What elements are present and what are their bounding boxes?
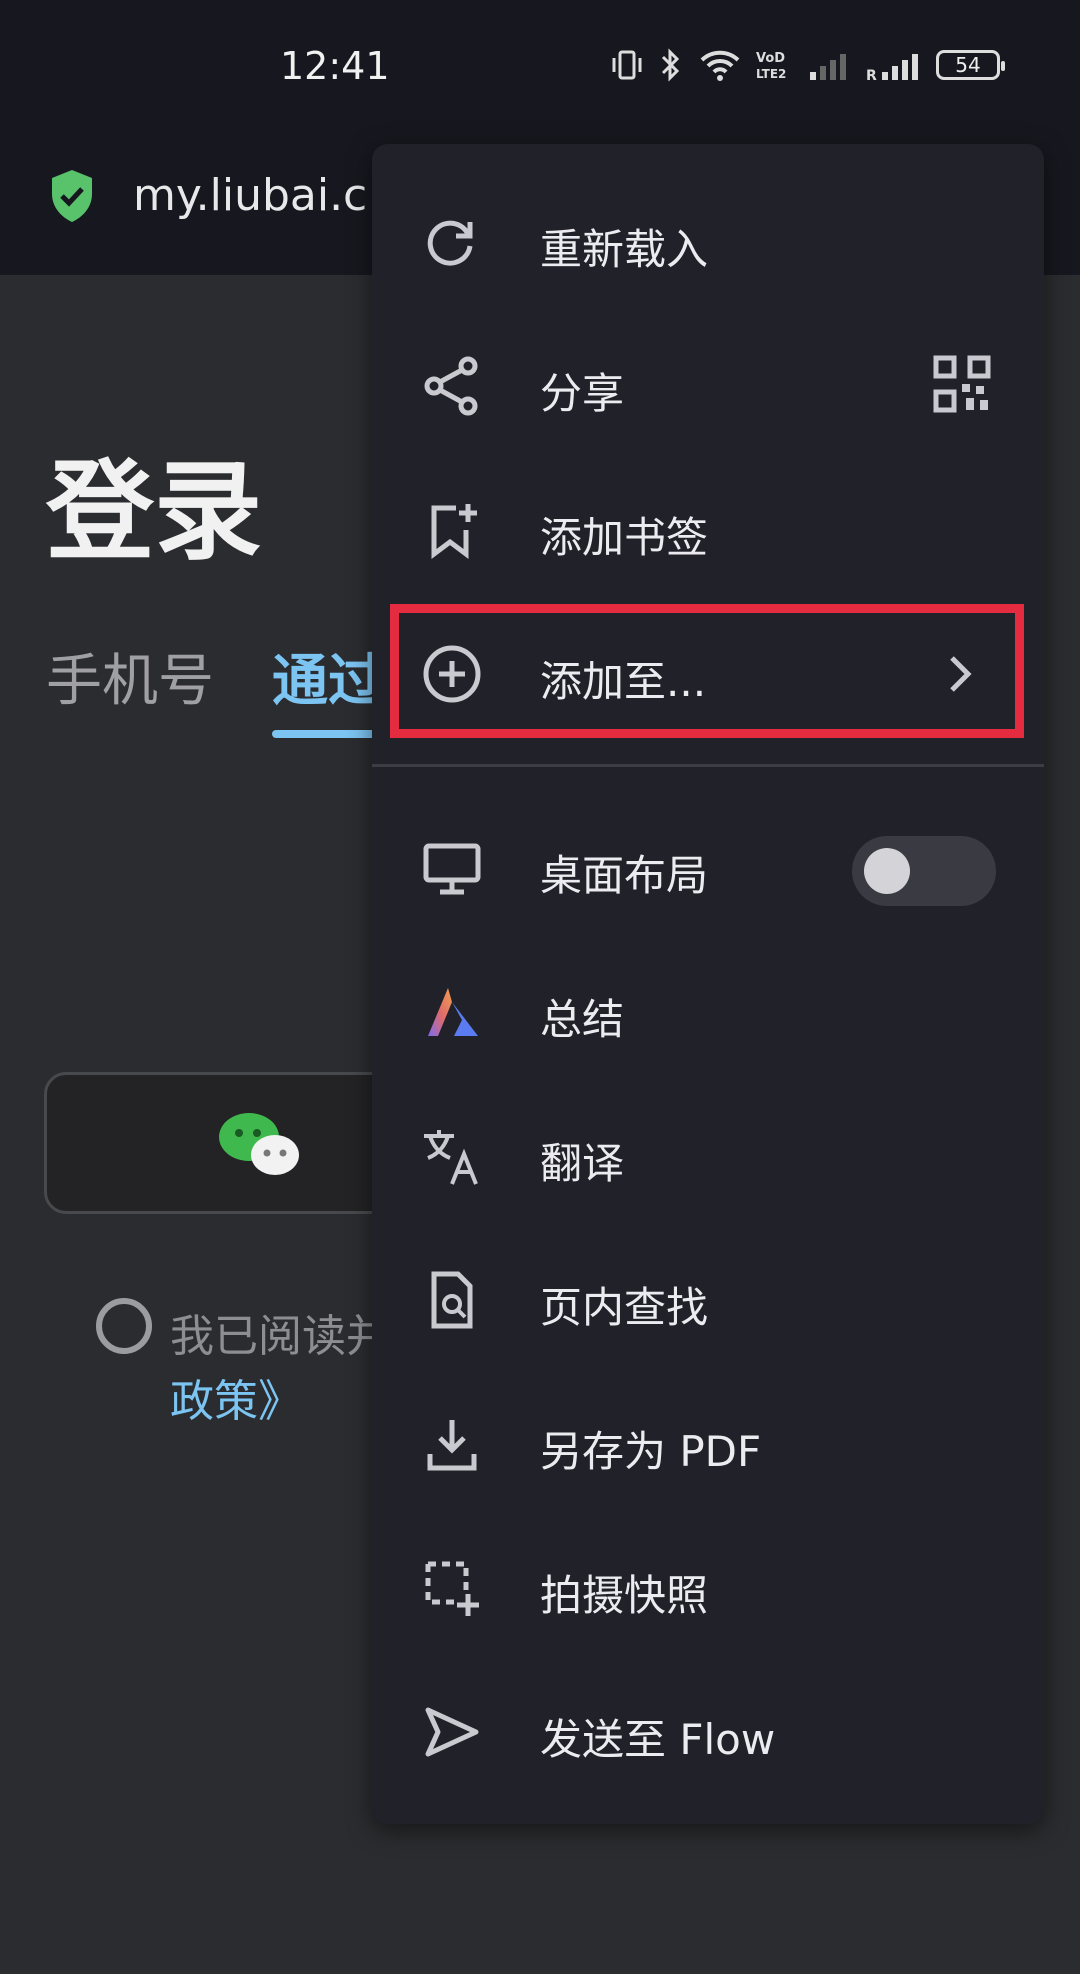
url-text[interactable]: my.liubai.c <box>133 170 367 221</box>
menu-item-share[interactable]: 分享 <box>372 314 1044 457</box>
page-title: 登录 <box>46 450 263 575</box>
shield-check-icon <box>52 170 92 222</box>
tab-phone[interactable]: 手机号 <box>46 636 214 717</box>
vibrate-icon <box>612 50 642 80</box>
translate-icon <box>424 1130 478 1185</box>
menu-item-find-in-page[interactable]: 页内查找 <box>372 1228 1044 1371</box>
volte-icon: VoDLTE2 <box>756 51 786 81</box>
menu-item-summary[interactable]: 总结 <box>372 940 1044 1083</box>
status-icons: VoD LTE2 R 54 <box>610 48 1005 82</box>
wifi-icon <box>700 50 740 81</box>
desktop-icon <box>423 843 481 895</box>
agree-text: 我已阅读并 <box>170 1311 390 1362</box>
status-bar: 12:41 VoD LTE2 R 54 <box>0 0 1080 140</box>
menu-item-label: 重新载入 <box>540 225 709 274</box>
qr-code-icon[interactable] <box>932 354 992 414</box>
menu-item-desktop-layout[interactable]: 桌面布局 <box>372 796 1044 939</box>
menu-item-label: 页内查找 <box>540 1283 709 1332</box>
send-icon <box>425 1707 479 1757</box>
menu-item-label: 拍摄快照 <box>540 1571 709 1620</box>
menu-item-label: 发送至 Flow <box>540 1715 776 1764</box>
svg-text:R: R <box>866 68 877 82</box>
summary-icon <box>428 988 478 1036</box>
desktop-layout-toggle[interactable] <box>852 836 996 906</box>
download-icon <box>427 1420 477 1471</box>
tab-pass[interactable]: 通过 <box>272 636 384 717</box>
screenshot-icon <box>425 1561 479 1616</box>
battery-indicator: 54 <box>936 50 1005 80</box>
menu-item-label: 翻译 <box>540 1139 625 1188</box>
privacy-policy-link[interactable]: 政策》 <box>170 1365 302 1429</box>
share-icon <box>424 356 478 416</box>
menu-item-add-bookmark[interactable]: 添加书签 <box>372 458 1044 601</box>
wechat-icon <box>219 1113 299 1175</box>
bluetooth-icon <box>661 48 680 82</box>
svg-text:LTE2: LTE2 <box>756 67 786 81</box>
menu-item-label: 另存为 PDF <box>540 1427 762 1476</box>
menu-item-save-pdf[interactable]: 另存为 PDF <box>372 1372 1044 1515</box>
reload-icon <box>427 220 473 266</box>
bookmark-add-icon <box>431 504 477 559</box>
find-in-page-icon <box>431 1271 473 1329</box>
svg-text:VoD: VoD <box>756 51 785 66</box>
menu-item-translate[interactable]: 翻译 <box>372 1084 1044 1227</box>
menu-item-send-to-flow[interactable]: 发送至 Flow <box>372 1660 1044 1803</box>
menu-item-label: 总结 <box>540 995 625 1044</box>
menu-item-reload[interactable]: 重新载入 <box>372 170 1044 313</box>
signal-2-icon: R <box>866 54 918 82</box>
menu-item-label: 分享 <box>540 369 625 418</box>
menu-divider <box>372 764 1044 767</box>
agree-radio[interactable] <box>96 1298 152 1354</box>
status-time: 12:41 <box>280 44 390 88</box>
signal-1-icon <box>810 54 846 80</box>
overflow-menu: 重新载入 分享 添加书签 添加至... 桌面布局 总结 翻译 页内查找 另存为 … <box>372 144 1044 1824</box>
menu-item-label: 添加书签 <box>540 513 709 562</box>
menu-item-label: 桌面布局 <box>540 851 709 900</box>
highlight-box <box>390 604 1024 738</box>
menu-item-snapshot[interactable]: 拍摄快照 <box>372 1516 1044 1659</box>
